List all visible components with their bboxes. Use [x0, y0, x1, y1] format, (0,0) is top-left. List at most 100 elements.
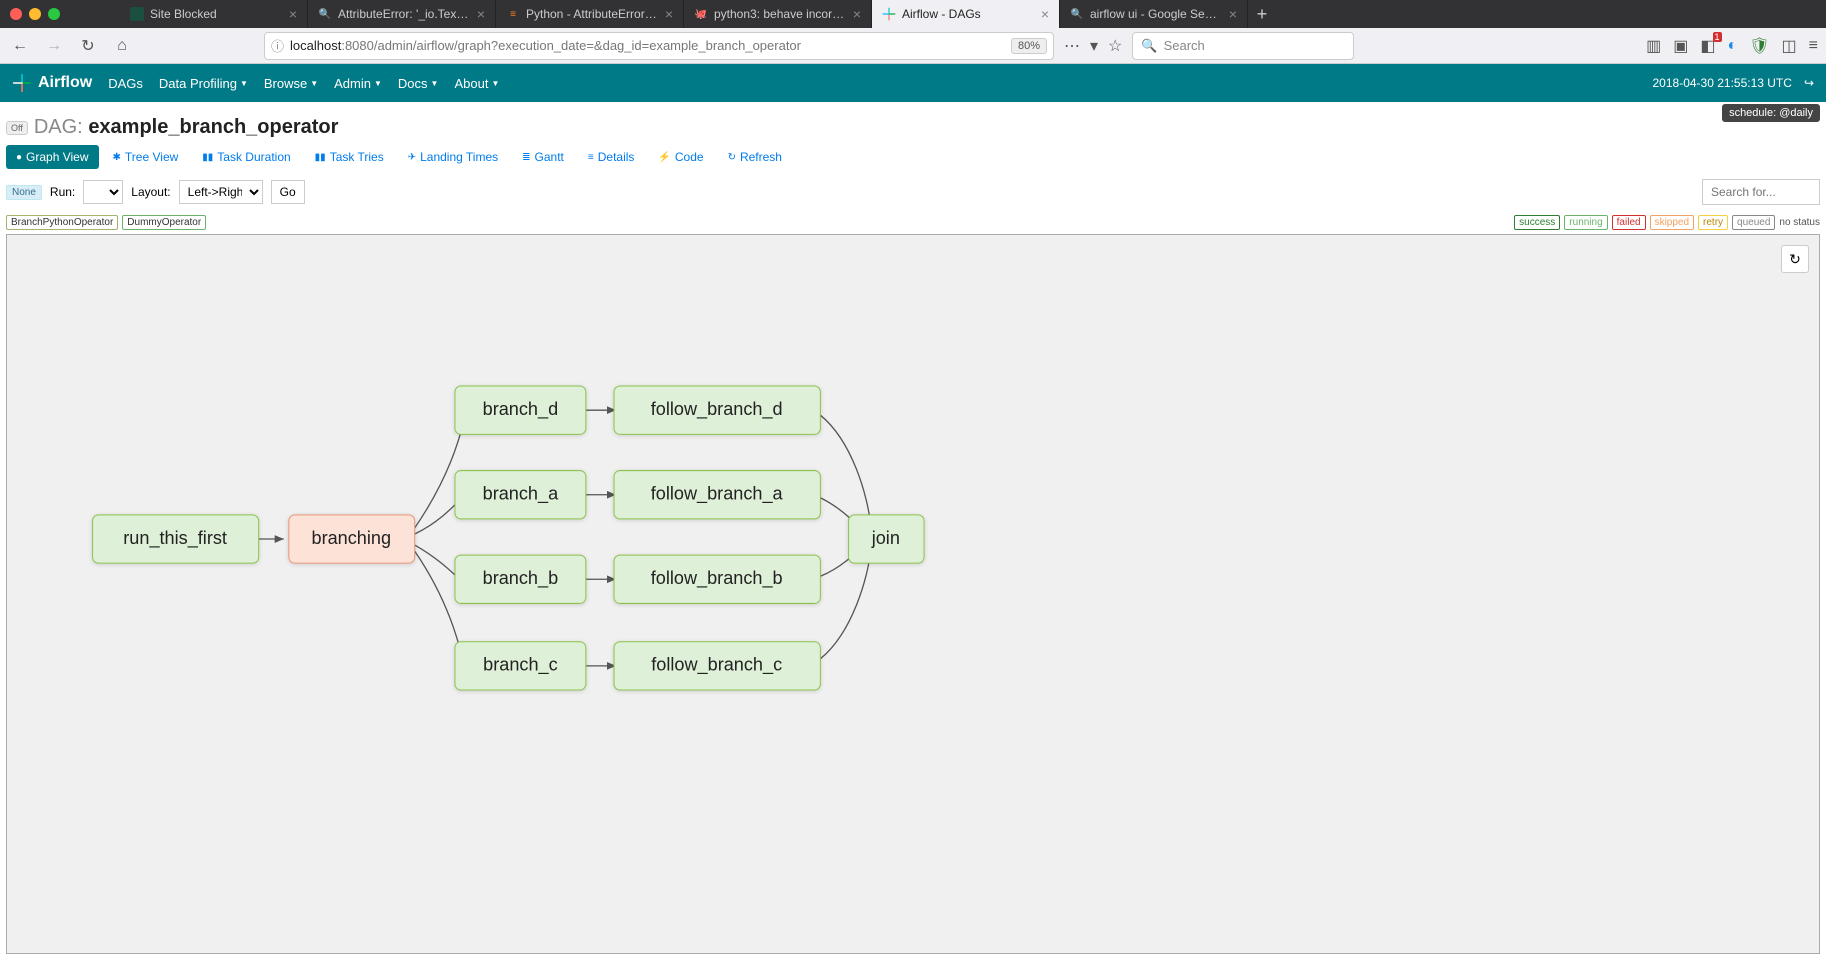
node-branch-c[interactable]: branch_c [455, 642, 586, 690]
node-follow-branch-d[interactable]: follow_branch_d [614, 386, 820, 434]
close-icon[interactable]: × [665, 6, 673, 22]
ext-icon[interactable]: ◧1 [1700, 36, 1715, 56]
op-badge-branch: BranchPythonOperator [6, 215, 118, 230]
more-icon[interactable]: ⋯ [1064, 36, 1080, 56]
tab-code[interactable]: ⚡Code [648, 145, 713, 169]
search-box[interactable]: 🔍 Search [1132, 32, 1354, 60]
timestamp: 2018-04-30 21:55:13 UTC [1653, 76, 1792, 90]
tab-title: python3: behave incorrectly m [714, 7, 847, 21]
browser-chrome: Site Blocked× 🔍 AttributeError: '_io.Text… [0, 0, 1826, 64]
off-toggle[interactable]: Off [6, 121, 28, 135]
node-branch-b[interactable]: branch_b [455, 555, 586, 603]
airflow-logo[interactable]: Airflow [12, 73, 92, 93]
url-bar[interactable]: ⓘ localhost:8080/admin/airflow/graph?exe… [264, 32, 1054, 60]
go-button[interactable]: Go [271, 180, 305, 204]
close-icon[interactable]: × [1229, 6, 1237, 22]
svg-text:branch_d: branch_d [483, 399, 559, 420]
tab-task-tries[interactable]: ▮▮Task Tries [305, 145, 394, 169]
window-maximize[interactable] [48, 8, 60, 20]
node-follow-branch-a[interactable]: follow_branch_a [614, 471, 820, 519]
nav-admin[interactable]: Admin▼ [334, 76, 382, 91]
gantt-icon: ≣ [522, 152, 530, 163]
status-legend: success running failed skipped retry que… [1514, 215, 1820, 230]
new-tab-button[interactable]: + [1248, 0, 1276, 28]
browser-tab[interactable]: 🐙python3: behave incorrectly m× [684, 0, 872, 28]
reload-button[interactable]: ↻ [76, 34, 100, 58]
layout-select[interactable]: Left->Right [179, 180, 263, 204]
refresh-icon: ↻ [728, 152, 736, 163]
nav-dags[interactable]: DAGs [108, 76, 143, 91]
tab-graph-view[interactable]: ●Graph View [6, 145, 99, 169]
status-success: success [1514, 215, 1560, 230]
tab-details[interactable]: ≡Details [578, 145, 645, 169]
tab-title: Airflow - DAGs [902, 7, 1035, 21]
browser-tab-active[interactable]: Airflow - DAGs × [872, 0, 1060, 28]
nav-browse[interactable]: Browse▼ [264, 76, 318, 91]
star-icon[interactable]: ☆ [1108, 36, 1122, 56]
window-minimize[interactable] [29, 8, 41, 20]
chevron-down-icon: ▼ [240, 79, 248, 88]
tab-task-duration[interactable]: ▮▮Task Duration [192, 145, 300, 169]
zoom-label[interactable]: 80% [1011, 38, 1047, 54]
window-controls [10, 8, 60, 20]
tab-refresh[interactable]: ↻Refresh [718, 145, 792, 169]
nav-data-profiling[interactable]: Data Profiling▼ [159, 76, 248, 91]
tab-landing-times[interactable]: ✈Landing Times [398, 145, 508, 169]
node-branching[interactable]: branching [289, 515, 415, 563]
tab-title: airflow ui - Google Search [1090, 7, 1223, 21]
google-icon: 🔍 [318, 7, 332, 21]
graph-icon: ● [16, 152, 22, 163]
tab-tree-view[interactable]: ✱Tree View [103, 145, 189, 169]
pocket-icon[interactable]: ▾ [1090, 36, 1098, 56]
tab-title: AttributeError: '_io.TextIOWrapp [338, 7, 471, 21]
node-join[interactable]: join [849, 515, 924, 563]
square-icon[interactable]: ◫ [1782, 36, 1797, 56]
shield-icon[interactable]: 🛡 [1749, 36, 1769, 56]
status-failed: failed [1612, 215, 1646, 230]
browser-tab[interactable]: 🔍airflow ui - Google Search× [1060, 0, 1248, 28]
svg-text:branch_a: branch_a [483, 484, 559, 505]
layout-label: Layout: [131, 185, 170, 199]
logout-icon[interactable]: ↪ [1804, 76, 1814, 90]
dag-graph: run_this_first branching branch_d branch… [7, 235, 1819, 960]
browser-tab[interactable]: Site Blocked× [120, 0, 308, 28]
library-icon[interactable]: ▥ [1646, 36, 1661, 56]
pinwheel-icon [12, 73, 32, 93]
browser-tab[interactable]: 🔍 AttributeError: '_io.TextIOWrapp × [308, 0, 496, 28]
node-run-this-first[interactable]: run_this_first [93, 515, 259, 563]
page-body: schedule: @daily Off DAG: example_branch… [0, 102, 1826, 964]
sidebar-icon[interactable]: ▣ [1673, 36, 1688, 56]
window-close[interactable] [10, 8, 22, 20]
tab-title: Python - AttributeError: '_io.Te [526, 7, 659, 21]
graph-panel: ↻ run_this_first branching [6, 234, 1820, 954]
close-icon[interactable]: × [289, 6, 297, 22]
airflow-nav: Airflow DAGs Data Profiling▼ Browse▼ Adm… [0, 64, 1826, 102]
node-branch-d[interactable]: branch_d [455, 386, 586, 434]
browser-tab[interactable]: ≡Python - AttributeError: '_io.Te× [496, 0, 684, 28]
graph-search [1702, 179, 1820, 205]
dag-title: DAG: example_branch_operator [34, 116, 339, 139]
forward-button[interactable]: → [42, 34, 66, 58]
schedule-badge: schedule: @daily [1722, 104, 1820, 122]
close-icon[interactable]: × [853, 6, 861, 22]
tab-gantt[interactable]: ≣Gantt [512, 145, 574, 169]
node-follow-branch-b[interactable]: follow_branch_b [614, 555, 820, 603]
node-branch-a[interactable]: branch_a [455, 471, 586, 519]
nav-docs[interactable]: Docs▼ [398, 76, 439, 91]
search-icon: 🔍 [1141, 38, 1157, 54]
close-icon[interactable]: × [477, 6, 485, 22]
close-icon[interactable]: × [1041, 6, 1049, 22]
url-actions: ⋯ ▾ ☆ [1064, 36, 1122, 56]
info-icon: ⓘ [271, 36, 284, 55]
home-button[interactable]: ⌂ [110, 34, 134, 58]
graph-search-input[interactable] [1702, 179, 1820, 205]
list-icon: ≡ [588, 152, 594, 163]
nav-about[interactable]: About▼ [454, 76, 499, 91]
chevron-down-icon: ▼ [491, 79, 499, 88]
menu-icon[interactable]: ≡ [1809, 37, 1818, 55]
run-select[interactable] [83, 180, 123, 204]
url-path: :8080/admin/airflow/graph?execution_date… [341, 38, 801, 53]
spinner-icon[interactable]: ◐ [1728, 37, 1738, 55]
back-button[interactable]: ← [8, 34, 32, 58]
node-follow-branch-c[interactable]: follow_branch_c [614, 642, 820, 690]
